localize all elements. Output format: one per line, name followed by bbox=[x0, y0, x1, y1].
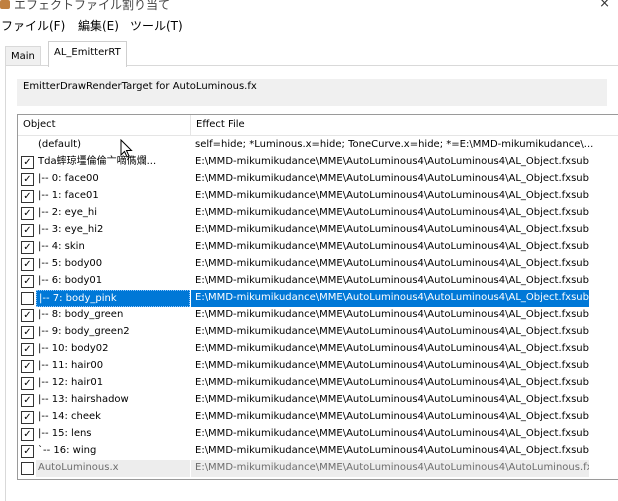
row-checkbox[interactable]: ✓ bbox=[21, 241, 34, 254]
row-effect-file[interactable]: E:\MMD-mikumikudance\MME\AutoLuminous4\A… bbox=[191, 358, 589, 375]
table-row[interactable]: ✓ |-- 12: hair01 E:\MMD-mikumikudance\MME\… bbox=[18, 375, 618, 392]
close-icon[interactable]: × bbox=[599, 0, 610, 11]
row-object-name: |-- 9: body_green2 bbox=[38, 326, 130, 337]
column-divider[interactable] bbox=[190, 115, 191, 136]
row-effect-file[interactable]: E:\MMD-mikumikudance\MME\AutoLuminous4\A… bbox=[191, 392, 589, 409]
row-checkbox[interactable] bbox=[21, 292, 34, 305]
table-row[interactable]: ✓ |-- 4: skin E:\MMD-mikumikudance\MME\Aut… bbox=[18, 239, 618, 256]
row-object-name: |-- 15: lens bbox=[38, 428, 92, 439]
row-effect-file[interactable]: E:\MMD-mikumikudance\MME\AutoLuminous4\A… bbox=[191, 171, 589, 188]
row-object-name: AutoLuminous.x bbox=[36, 460, 190, 477]
row-effect-file[interactable]: E:\MMD-mikumikudance\MME\AutoLuminous4\A… bbox=[191, 409, 589, 426]
window-title: エフェクトファイル割り当て bbox=[14, 0, 171, 12]
row-checkbox[interactable]: ✓ bbox=[21, 207, 34, 220]
row-effect-file[interactable]: E:\MMD-mikumikudance\MME\AutoLuminous4\A… bbox=[191, 341, 589, 358]
mouse-cursor-icon bbox=[120, 139, 133, 158]
row-checkbox[interactable]: ✓ bbox=[21, 275, 34, 288]
menu-tools[interactable]: ツール(T) bbox=[130, 17, 183, 34]
menu-bar: ファイル(F) 編集(E) ツール(T) bbox=[0, 14, 618, 36]
table-row[interactable]: AutoLuminous.x E:\MMD-mikumikudance\MME\A… bbox=[18, 460, 618, 477]
row-object-name: |-- 14: cheek bbox=[38, 411, 101, 422]
table-row[interactable]: ✓ |-- 13: hairshadow E:\MMD-mikumikudance\… bbox=[18, 392, 618, 409]
tab-main[interactable]: Main bbox=[5, 46, 41, 66]
row-object-name: |-- 12: hair01 bbox=[38, 377, 104, 388]
row-object-name: |-- 7: body_pink bbox=[36, 290, 190, 307]
row-object-name: |-- 13: hairshadow bbox=[38, 394, 129, 405]
table-row[interactable]: ✓ |-- 2: eye_hi E:\MMD-mikumikudance\MME\A… bbox=[18, 205, 618, 222]
row-checkbox[interactable]: ✓ bbox=[21, 224, 34, 237]
table-row[interactable]: ✓ |-- 10: body02 E:\MMD-mikumikudance\MME\… bbox=[18, 341, 618, 358]
row-object-name: |-- 1: face01 bbox=[38, 190, 99, 201]
row-effect-file[interactable]: E:\MMD-mikumikudance\MME\AutoLuminous4\A… bbox=[191, 460, 589, 477]
tab-strip: Main AL_EmitterRT bbox=[0, 36, 618, 67]
row-checkbox[interactable]: ✓ bbox=[21, 428, 34, 441]
row-checkbox[interactable]: ✓ bbox=[21, 377, 34, 390]
list-header: Object Effect File bbox=[18, 115, 618, 136]
row-object-name: |-- 6: body01 bbox=[38, 275, 103, 286]
table-row[interactable]: ✓ |-- 5: body00 E:\MMD-mikumikudance\MME\A… bbox=[18, 256, 618, 273]
table-row[interactable]: ✓ |-- 1: face01 E:\MMD-mikumikudance\MME\A… bbox=[18, 188, 618, 205]
row-object-name: |-- 2: eye_hi bbox=[38, 207, 98, 218]
table-row[interactable]: ✓ `-- 16: wing E:\MMD-mikumikudance\MME\Au… bbox=[18, 443, 618, 460]
tab-al-emitterrt[interactable]: AL_EmitterRT bbox=[48, 41, 127, 67]
table-row[interactable]: ✓ |-- 15: lens E:\MMD-mikumikudance\MME\Au… bbox=[18, 426, 618, 443]
app-icon bbox=[0, 0, 10, 9]
table-row[interactable]: ✓ |-- 0: face00 E:\MMD-mikumikudance\MME\A… bbox=[18, 171, 618, 188]
table-row[interactable]: ✓ |-- 6: body01 E:\MMD-mikumikudance\MME\A… bbox=[18, 273, 618, 290]
table-row[interactable]: ✓ |-- 3: eye_hi2 E:\MMD-mikumikudance\MME\… bbox=[18, 222, 618, 239]
row-effect-file[interactable]: E:\MMD-mikumikudance\MME\AutoLuminous4\A… bbox=[191, 443, 589, 460]
row-effect-file[interactable]: E:\MMD-mikumikudance\MME\AutoLuminous4\A… bbox=[191, 154, 589, 171]
menu-file[interactable]: ファイル(F) bbox=[1, 17, 65, 34]
row-checkbox[interactable] bbox=[21, 462, 34, 475]
table-row[interactable]: |-- 7: body_pink E:\MMD-mikumikudance\MME… bbox=[18, 290, 618, 307]
row-checkbox[interactable]: ✓ bbox=[21, 173, 34, 186]
target-header-text: EmitterDrawRenderTarget for AutoLuminous… bbox=[23, 81, 257, 92]
table-row[interactable]: ✓ |-- 9: body_green2 E:\MMD-mikumikudance\… bbox=[18, 324, 618, 341]
row-object-name: (default) bbox=[38, 139, 81, 150]
row-effect-file[interactable]: self=hide; *Luminous.x=hide; ToneCurve.x… bbox=[191, 137, 618, 154]
row-checkbox[interactable]: ✓ bbox=[21, 411, 34, 424]
row-object-name: |-- 0: face00 bbox=[38, 173, 99, 184]
target-header: EmitterDrawRenderTarget for AutoLuminous… bbox=[17, 79, 607, 106]
row-checkbox[interactable]: ✓ bbox=[21, 445, 34, 458]
row-effect-file[interactable]: E:\MMD-mikumikudance\MME\AutoLuminous4\A… bbox=[191, 256, 589, 273]
row-checkbox[interactable]: ✓ bbox=[21, 394, 34, 407]
row-effect-file[interactable]: E:\MMD-mikumikudance\MME\AutoLuminous4\A… bbox=[191, 290, 589, 307]
table-row[interactable]: ✓ Tda蟀琼壃倫倫亠嘀儁爛... E:\MMD-mikumikudance\MME… bbox=[18, 154, 618, 171]
table-row[interactable]: (default) self=hide; *Luminous.x=hide; To… bbox=[18, 137, 618, 154]
row-effect-file[interactable]: E:\MMD-mikumikudance\MME\AutoLuminous4\A… bbox=[191, 375, 589, 392]
column-object[interactable]: Object bbox=[23, 119, 56, 130]
menu-edit[interactable]: 編集(E) bbox=[78, 17, 119, 34]
row-checkbox[interactable]: ✓ bbox=[21, 190, 34, 203]
row-checkbox[interactable]: ✓ bbox=[21, 343, 34, 356]
table-row[interactable]: ✓ |-- 11: hair00 E:\MMD-mikumikudance\MME\… bbox=[18, 358, 618, 375]
row-object-name: Tda蟀琼壃倫倫亠嘀儁爛... bbox=[38, 156, 157, 167]
title-bar[interactable]: エフェクトファイル割り当て × bbox=[0, 0, 618, 14]
row-object-name: |-- 4: skin bbox=[38, 241, 85, 252]
table-row[interactable]: ✓ |-- 8: body_green E:\MMD-mikumikudance\M… bbox=[18, 307, 618, 324]
row-effect-file[interactable]: E:\MMD-mikumikudance\MME\AutoLuminous4\A… bbox=[191, 205, 589, 222]
row-effect-file[interactable]: E:\MMD-mikumikudance\MME\AutoLuminous4\A… bbox=[191, 222, 589, 239]
row-effect-file[interactable]: E:\MMD-mikumikudance\MME\AutoLuminous4\A… bbox=[191, 273, 589, 290]
row-checkbox[interactable]: ✓ bbox=[21, 156, 34, 169]
row-checkbox[interactable]: ✓ bbox=[21, 258, 34, 271]
row-effect-file[interactable]: E:\MMD-mikumikudance\MME\AutoLuminous4\A… bbox=[191, 239, 589, 256]
column-effect-file[interactable]: Effect File bbox=[196, 119, 245, 130]
row-effect-file[interactable]: E:\MMD-mikumikudance\MME\AutoLuminous4\A… bbox=[191, 307, 589, 324]
row-effect-file[interactable]: E:\MMD-mikumikudance\MME\AutoLuminous4\A… bbox=[191, 324, 589, 341]
row-effect-file[interactable]: E:\MMD-mikumikudance\MME\AutoLuminous4\A… bbox=[191, 188, 589, 205]
effect-list[interactable]: Object Effect File (default) self=hide; *… bbox=[17, 114, 618, 480]
row-effect-file[interactable]: E:\MMD-mikumikudance\MME\AutoLuminous4\A… bbox=[191, 426, 589, 443]
row-checkbox[interactable]: ✓ bbox=[21, 309, 34, 322]
row-object-name: |-- 3: eye_hi2 bbox=[38, 224, 104, 235]
row-object-name: |-- 10: body02 bbox=[38, 343, 109, 354]
row-checkbox[interactable]: ✓ bbox=[21, 326, 34, 339]
row-object-name: |-- 11: hair00 bbox=[38, 360, 104, 371]
row-object-name: `-- 16: wing bbox=[38, 445, 97, 456]
row-object-name: |-- 5: body00 bbox=[38, 258, 103, 269]
row-object-name: |-- 8: body_green bbox=[38, 309, 124, 320]
table-row[interactable]: ✓ |-- 14: cheek E:\MMD-mikumikudance\MME\A… bbox=[18, 409, 618, 426]
row-checkbox[interactable]: ✓ bbox=[21, 360, 34, 373]
